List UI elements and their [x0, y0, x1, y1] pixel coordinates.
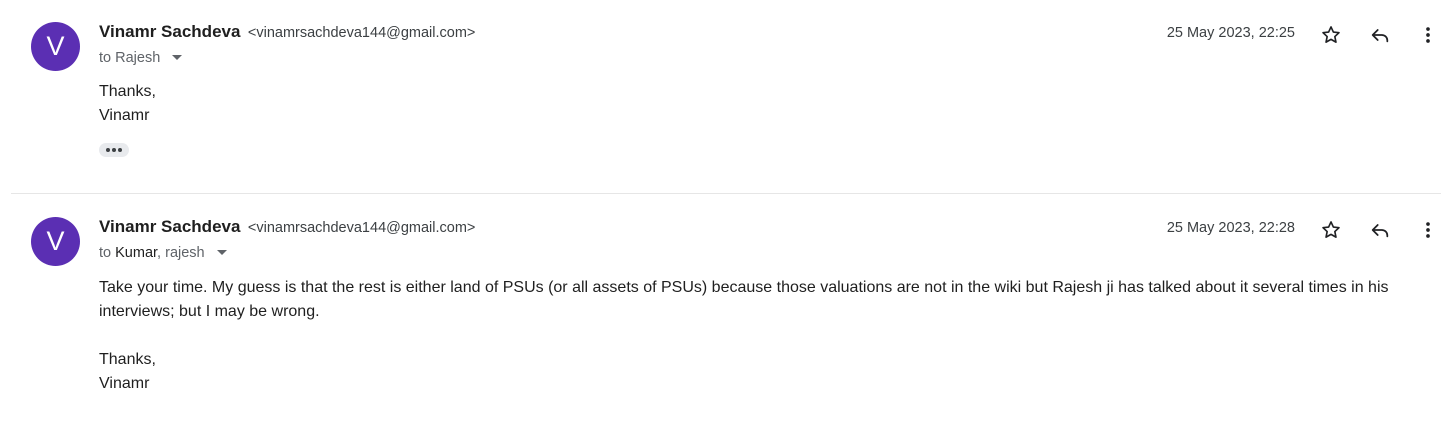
more-options-button[interactable]	[1414, 21, 1442, 49]
message-date: 25 May 2023, 22:28	[1166, 220, 1295, 236]
chevron-down-icon[interactable]	[216, 249, 227, 255]
email-message: V Vinamr Sachdeva <vinamrsachdeva144@gma…	[0, 195, 1456, 441]
avatar[interactable]: V	[31, 22, 80, 71]
sender-line: Vinamr Sachdeva <vinamrsachdeva144@gmail…	[99, 217, 475, 238]
sender-name[interactable]: Vinamr Sachdeva	[99, 22, 240, 41]
message-body: Take your time. My guess is that the res…	[99, 276, 1399, 396]
to-prefix: to	[99, 50, 112, 66]
reply-button[interactable]	[1366, 216, 1394, 244]
body-paragraph: Take your time. My guess is that the res…	[99, 279, 1389, 320]
reply-button[interactable]	[1366, 21, 1394, 49]
star-icon	[1322, 221, 1340, 238]
recipient-name: Kumar	[115, 245, 158, 261]
show-trimmed-content-button[interactable]	[99, 143, 129, 157]
sender-email: <vinamrsachdeva144@gmail.com>	[247, 220, 476, 236]
more-options-button[interactable]	[1414, 216, 1442, 244]
signoff-line: Thanks,	[99, 351, 156, 368]
sender-email: <vinamrsachdeva144@gmail.com>	[247, 25, 476, 41]
to-prefix: to	[99, 245, 112, 261]
message-body: Thanks, Vinamr	[99, 80, 1399, 128]
reply-icon	[1371, 224, 1389, 238]
message-date: 25 May 2023, 22:25	[1166, 25, 1295, 41]
chevron-down-icon[interactable]	[172, 54, 183, 60]
recipient-name: Rajesh	[115, 50, 161, 66]
sender-name[interactable]: Vinamr Sachdeva	[99, 217, 240, 236]
recipient-separator: ,	[157, 245, 166, 261]
signature-line: Vinamr	[99, 107, 150, 124]
email-thread: V Vinamr Sachdeva <vinamrsachdeva144@gma…	[0, 0, 1456, 441]
signature-line: Vinamr	[99, 375, 150, 392]
ellipsis-icon	[106, 148, 110, 152]
star-icon	[1322, 26, 1340, 43]
recipient-name: rajesh	[165, 245, 205, 261]
reply-icon	[1371, 29, 1389, 43]
star-button[interactable]	[1317, 21, 1345, 49]
message-divider	[11, 193, 1441, 194]
more-vert-icon	[1426, 222, 1430, 238]
recipients-line: to Kumar, rajesh	[99, 243, 227, 263]
more-vert-icon	[1426, 27, 1430, 43]
recipients-line: to Rajesh	[99, 48, 183, 68]
email-message: V Vinamr Sachdeva <vinamrsachdeva144@gma…	[0, 0, 1456, 194]
star-button[interactable]	[1317, 216, 1345, 244]
signoff-line: Thanks,	[99, 83, 156, 100]
avatar[interactable]: V	[31, 217, 80, 266]
sender-line: Vinamr Sachdeva <vinamrsachdeva144@gmail…	[99, 22, 475, 43]
